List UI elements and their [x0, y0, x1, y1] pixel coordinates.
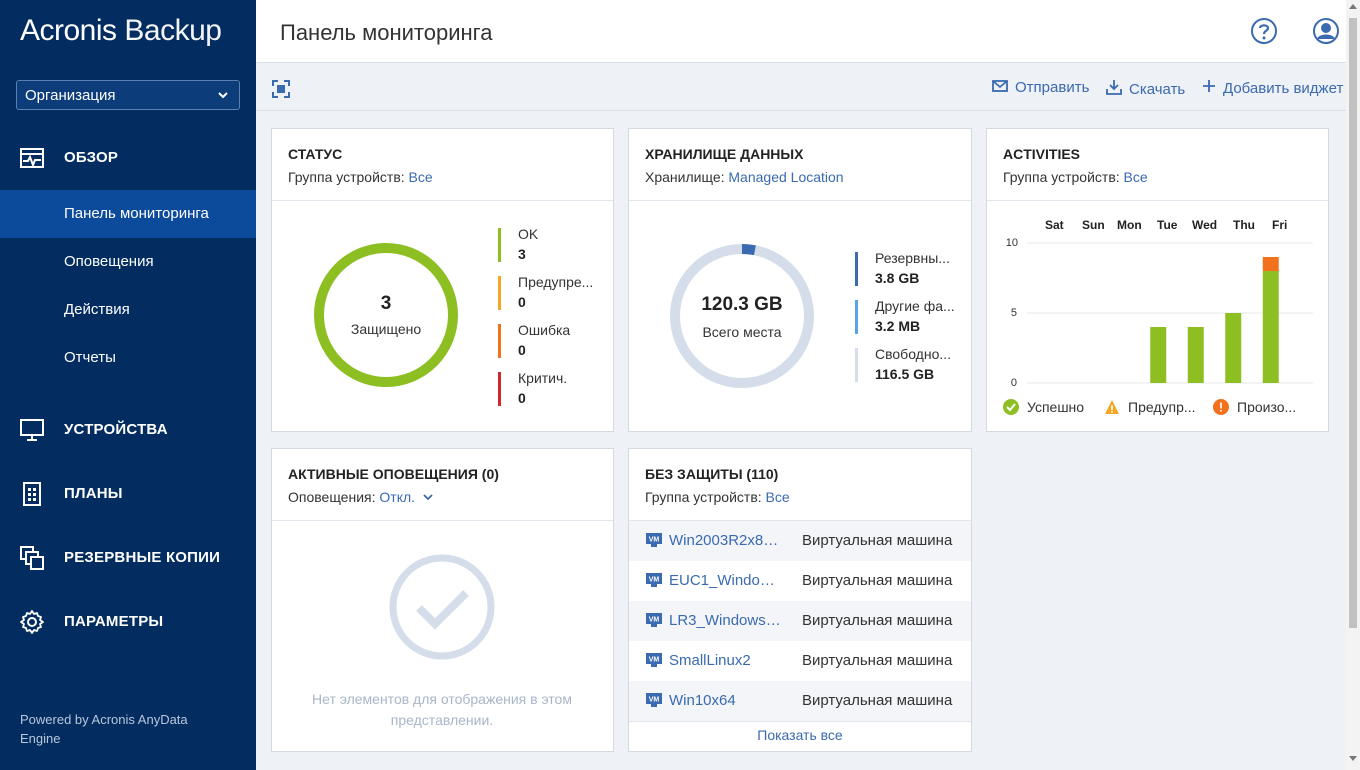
widget-title: АКТИВНЫЕ ОПОВЕЩЕНИЯ (0)	[288, 466, 499, 482]
table-row[interactable]: VM Win2003R2x86 (... Виртуальная машина	[629, 521, 971, 561]
nav-overview[interactable]: ОБЗОР	[0, 133, 256, 181]
storage-location-link[interactable]: Managed Location	[728, 169, 843, 185]
activities-chart	[1027, 242, 1313, 384]
show-all-link[interactable]: Показать все	[629, 727, 971, 743]
envelope-icon	[992, 79, 1008, 96]
device-type: Виртуальная машина	[802, 692, 953, 709]
alerts-filter-dropdown[interactable]: Откл.	[379, 489, 433, 505]
y-tick-label: 5	[1010, 307, 1017, 319]
bar-thu-success[interactable]	[1225, 313, 1242, 383]
total-space-value: 120.3 GB	[701, 294, 783, 315]
total-space-label: Всего места	[702, 324, 782, 340]
monitor-pulse-icon	[19, 145, 45, 171]
widget-title: БЕЗ ЗАЩИТЫ (110)	[645, 466, 779, 482]
legend-failed: Произо...	[1213, 399, 1296, 415]
fullscreen-icon[interactable]	[272, 80, 290, 103]
check-circle-icon	[1003, 399, 1019, 415]
acronis-logo[interactable]: Acronis Backup	[20, 14, 222, 48]
device-name-link[interactable]: Win10x64	[669, 692, 784, 709]
page-title: Панель мониторинга	[280, 20, 493, 45]
table-row[interactable]: VM LR3_Windows7_... Виртуальная машина	[629, 601, 971, 641]
chevron-down-icon	[217, 88, 229, 105]
y-tick-label: 0	[1010, 377, 1017, 389]
gear-icon	[19, 609, 45, 635]
warning-triangle-icon	[1105, 400, 1119, 414]
bar-fri-failed[interactable]	[1262, 257, 1279, 271]
status-widget: СТАТУС Группа устройств: Все 3 Защищено …	[271, 128, 614, 432]
vm-icon: VM	[646, 693, 662, 711]
protected-count: 3	[380, 293, 392, 314]
table-row[interactable]: VM Win10x64 Виртуальная машина	[629, 681, 971, 721]
chevron-down-icon	[423, 494, 433, 501]
device-type: Виртуальная машина	[802, 532, 953, 549]
device-type: Виртуальная машина	[802, 612, 953, 629]
nav-dashboard[interactable]: Панель мониторинга	[0, 190, 256, 238]
activities-widget: ACTIVITIES Группа устройств: Все Sat Sun…	[986, 128, 1329, 432]
nav-settings[interactable]: ПАРАМЕТРЫ	[0, 597, 256, 645]
download-icon	[1106, 79, 1122, 99]
storage-widget: ХРАНИЛИЩЕ ДАННЫХ Хранилище: Managed Loca…	[628, 128, 972, 432]
scrollbar-thumb[interactable]	[1349, 18, 1357, 628]
unprotected-widget: БЕЗ ЗАЩИТЫ (110) Группа устройств: Все V…	[628, 448, 972, 752]
vm-icon: VM	[646, 653, 662, 671]
download-button[interactable]: Скачать	[1106, 79, 1185, 99]
svg-text:VM: VM	[649, 697, 660, 704]
y-tick-label: 10	[1005, 237, 1018, 249]
empty-message: Нет элементов для отображения в этом пре…	[312, 691, 572, 728]
device-name-link[interactable]: Win2003R2x86 (...	[669, 532, 784, 549]
svg-text:VM: VM	[649, 617, 660, 624]
header: Панель мониторинга	[256, 0, 1360, 63]
device-type: Виртуальная машина	[802, 652, 953, 669]
toolbar: Отправить Скачать Добавить виджет	[256, 63, 1346, 111]
nav-devices[interactable]: УСТРОЙСТВА	[0, 405, 256, 453]
backups-icon	[19, 545, 45, 571]
widget-title: ХРАНИЛИЩЕ ДАННЫХ	[645, 146, 804, 162]
nav-reports[interactable]: Отчеты	[0, 334, 256, 382]
device-type: Виртуальная машина	[802, 572, 953, 589]
plans-icon	[19, 481, 45, 507]
nav-plans[interactable]: ПЛАНЫ	[0, 469, 256, 517]
vm-icon: VM	[646, 573, 662, 591]
widget-title: СТАТУС	[288, 146, 343, 162]
active-alerts-widget: АКТИВНЫЕ ОПОВЕЩЕНИЯ (0) Оповещения: Откл…	[271, 448, 614, 752]
svg-text:VM: VM	[649, 657, 660, 664]
add-widget-button[interactable]: Добавить виджет	[1202, 79, 1343, 97]
device-group-link[interactable]: Все	[1124, 169, 1148, 185]
empty-check-icon	[389, 554, 495, 660]
legend-warnings: Предупр...	[1104, 399, 1196, 415]
vm-icon: VM	[646, 533, 662, 551]
device-group-link[interactable]: Все	[766, 489, 790, 505]
bar-wed-success[interactable]	[1187, 327, 1204, 383]
divider	[629, 721, 971, 722]
bar-fri-success[interactable]	[1262, 271, 1279, 383]
plus-icon	[1202, 79, 1216, 97]
device-name-link[interactable]: EUC1_Windows...	[669, 572, 784, 589]
device-name-link[interactable]: SmallLinux2	[669, 652, 784, 669]
error-circle-icon	[1213, 399, 1229, 415]
help-icon[interactable]	[1250, 17, 1278, 50]
organization-select[interactable]: Организация	[16, 80, 240, 110]
table-row[interactable]: VM EUC1_Windows... Виртуальная машина	[629, 561, 971, 601]
legend-success: Успешно	[1003, 399, 1084, 415]
bar-tue-success[interactable]	[1150, 327, 1167, 383]
protected-label: Защищено	[350, 321, 422, 337]
svg-text:VM: VM	[649, 577, 660, 584]
svg-text:VM: VM	[649, 537, 660, 544]
powered-by-text: Powered by Acronis AnyData Engine	[20, 712, 188, 746]
user-account-icon[interactable]	[1312, 17, 1340, 50]
nav-alerts[interactable]: Оповещения	[0, 238, 256, 286]
sidebar: Acronis Backup Организация ОБЗОР Панель …	[0, 0, 256, 770]
nav-backups[interactable]: РЕЗЕРВНЫЕ КОПИИ	[0, 533, 256, 581]
send-button[interactable]: Отправить	[992, 79, 1089, 96]
scrollbar[interactable]	[1346, 0, 1360, 770]
device-name-link[interactable]: LR3_Windows7_...	[669, 612, 784, 629]
vm-icon: VM	[646, 613, 662, 631]
nav-activities[interactable]: Действия	[0, 286, 256, 334]
widget-title: ACTIVITIES	[1003, 146, 1081, 162]
desktop-icon	[19, 417, 45, 443]
scroll-up-arrow[interactable]	[1349, 4, 1357, 9]
device-group-link[interactable]: Все	[409, 169, 433, 185]
scroll-down-arrow[interactable]	[1349, 756, 1357, 761]
table-row[interactable]: VM SmallLinux2 Виртуальная машина	[629, 641, 971, 681]
